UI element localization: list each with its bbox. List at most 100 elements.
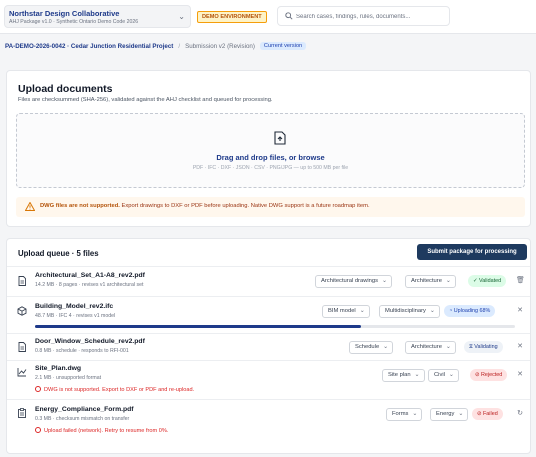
submit-package-button[interactable]: Submit package for processing: [417, 244, 527, 260]
warning-bold: DWG files are not supported.: [40, 203, 120, 209]
file-meta: 0.3 MB · checksum mismatch on transfer: [35, 416, 130, 422]
search-input[interactable]: [296, 10, 446, 23]
file-name: Site_Plan.dwg: [35, 365, 82, 372]
document-type-value: Architectural drawings: [321, 278, 379, 284]
chevron-down-icon: ⌄: [383, 344, 389, 350]
error-icon: [35, 386, 41, 392]
file-upload-icon: [274, 131, 286, 145]
document-type-value: Schedule: [355, 344, 380, 350]
org-switcher[interactable]: Northstar Design Collaborative AHJ Packa…: [4, 5, 191, 28]
warning-detail: Export drawings to DXF or PDF before upl…: [119, 203, 370, 209]
retry-icon[interactable]: ↻: [516, 410, 524, 418]
document-icon: [18, 276, 26, 286]
status-badge: ⧖ Validating: [464, 341, 503, 353]
document-type-value: BIM model: [328, 308, 356, 314]
document-type-value: Site plan: [388, 372, 411, 378]
status-label: Uploading 68%: [453, 308, 491, 314]
chevron-down-icon: ⌄: [445, 278, 451, 284]
status-label: Failed: [483, 411, 498, 417]
queue-row: Energy_Compliance_Form.pdf 0.3 MB · chec…: [7, 399, 530, 439]
file-dropzone[interactable]: Drag and drop files, or browse PDF · IFC…: [16, 113, 525, 188]
remove-icon[interactable]: ✕: [516, 371, 524, 379]
breadcrumb-submission: Submission v2 (Revision): [185, 42, 255, 50]
queue-row: Building_Model_rev2.ifc 48.7 MB · IFC 4 …: [7, 296, 530, 332]
file-meta: 0.8 MB · schedule · responds to RFI-001: [35, 348, 129, 354]
document-type-select[interactable]: Architectural drawings ⌄: [315, 275, 393, 288]
document-type-value: Forms: [392, 411, 409, 417]
chevron-down-icon: ⌄: [412, 411, 418, 417]
discipline-select[interactable]: Energy ⌄: [430, 408, 469, 421]
file-error: Upload failed (network). Retry to resume…: [35, 427, 168, 434]
queue-title: Upload queue · 5 files: [18, 249, 99, 258]
error-icon: [35, 427, 41, 433]
breadcrumb-separator: /: [178, 42, 181, 50]
warning-message: DWG files are not supported. Export draw…: [40, 203, 370, 209]
upload-queue-card: Upload queue · 5 files Submit package fo…: [6, 238, 531, 454]
chevron-down-icon: ⌄: [458, 411, 464, 417]
file-meta: 2.1 MB · unsupported format: [35, 375, 102, 381]
dropzone-browse-link[interactable]: Drag and drop files, or browse: [17, 153, 524, 162]
discipline-value: Architecture: [411, 278, 442, 284]
file-meta: 48.7 MB · IFC 4 · revises v1 model: [35, 313, 116, 319]
file-error: DWG is not supported. Export to DXF or P…: [35, 386, 194, 393]
delete-icon[interactable]: 🗑: [516, 277, 525, 285]
status-label: Rejected: [481, 372, 503, 378]
discipline-select[interactable]: Architecture ⌄: [405, 275, 456, 288]
status-label: Validated: [479, 278, 502, 284]
top-bar: Northstar Design Collaborative AHJ Packa…: [0, 0, 536, 34]
cancel-upload-icon[interactable]: ✕: [516, 307, 524, 315]
search-icon: [285, 12, 293, 20]
discipline-value: Multidisciplinary: [385, 308, 426, 314]
discipline-value: Energy: [436, 411, 455, 417]
search-box[interactable]: [277, 6, 450, 26]
org-title: Northstar Design Collaborative: [9, 9, 120, 18]
chevron-down-icon: ⌄: [414, 372, 420, 378]
dropzone-formats: PDF · IFC · DXF · JSON · CSV · PNG/JPG —…: [192, 165, 349, 171]
file-meta: 14.2 MB · 8 pages · revises v1 architect…: [35, 282, 144, 288]
file-name: Energy_Compliance_Form.pdf: [35, 406, 134, 413]
current-version-badge: Current version: [259, 42, 307, 50]
discipline-select[interactable]: Multidisciplinary ⌄: [379, 305, 440, 318]
upload-description: Files are checksummed (SHA-256), validat…: [18, 97, 273, 103]
breadcrumb: PA-DEMO-2026-0042 · Cedar Junction Resid…: [5, 41, 307, 51]
org-subtitle: AHJ Package v1.0 · Synthetic Ontario Dem…: [9, 19, 139, 25]
queue-row: Door_Window_Schedule_rev2.pdf 0.8 MB · s…: [7, 333, 530, 359]
document-type-select[interactable]: Site plan ⌄: [382, 369, 425, 382]
status-label: Validating: [474, 344, 498, 350]
discipline-select[interactable]: Architecture ⌄: [405, 341, 456, 354]
queue-row: Site_Plan.dwg 2.1 MB · unsupported forma…: [7, 360, 530, 398]
form-icon: [18, 408, 26, 418]
file-error-text: Upload failed (network). Retry to resume…: [44, 428, 169, 434]
dwg-warning: DWG files are not supported. Export draw…: [16, 197, 525, 217]
status-badge: ◔ Uploading 68%: [444, 305, 496, 317]
file-error-text: DWG is not supported. Export to DXF or P…: [44, 387, 195, 393]
document-type-select[interactable]: Forms ⌄: [386, 408, 423, 421]
file-name: Door_Window_Schedule_rev2.pdf: [35, 338, 145, 345]
file-name: Architectural_Set_A1-A8_rev2.pdf: [35, 272, 145, 279]
discipline-value: Architecture: [411, 344, 442, 350]
discipline-select[interactable]: Civil ⌄: [428, 369, 459, 382]
document-icon: [18, 342, 26, 352]
file-name: Building_Model_rev2.ifc: [35, 303, 114, 310]
status-badge: ✓ Validated: [468, 275, 507, 287]
upload-progress-bar: [35, 325, 515, 328]
upload-progress-fill: [35, 325, 362, 328]
chevron-down-icon: ⌄: [445, 344, 451, 350]
status-badge: ⊘ Failed: [472, 408, 503, 420]
warning-icon: [25, 202, 35, 211]
upload-title: Upload documents: [18, 83, 113, 95]
chevron-down-icon: ⌄: [429, 308, 435, 314]
document-type-select[interactable]: Schedule ⌄: [349, 341, 394, 354]
site-plan-icon: [17, 368, 27, 377]
chevron-down-icon: ⌄: [382, 278, 388, 284]
chevron-down-icon: ⌄: [359, 308, 365, 314]
remove-icon[interactable]: ✕: [516, 343, 524, 351]
document-type-select[interactable]: BIM model ⌄: [322, 305, 370, 318]
status-badge: ⊘ Rejected: [470, 369, 508, 381]
chevron-down-icon: ⌄: [448, 372, 454, 378]
queue-row: Architectural_Set_A1-A8_rev2.pdf 14.2 MB…: [7, 266, 530, 295]
cube-icon: [17, 306, 27, 316]
breadcrumb-project-link[interactable]: PA-DEMO-2026-0042 · Cedar Junction Resid…: [5, 43, 173, 50]
environment-badge: DEMO ENVIRONMENT: [197, 11, 267, 23]
chevron-down-icon: ⌄: [178, 12, 185, 21]
